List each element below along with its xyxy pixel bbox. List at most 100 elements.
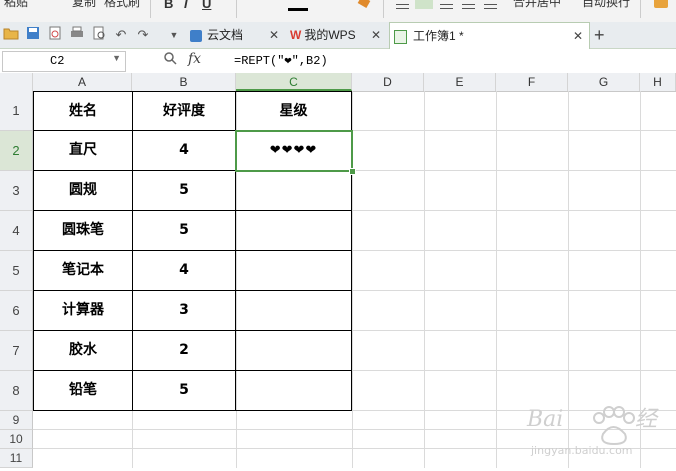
align-middle-icon[interactable]	[415, 0, 433, 9]
row-header-3[interactable]: 3	[0, 171, 33, 211]
row-header-4[interactable]: 4	[0, 211, 33, 251]
cell-stars[interactable]	[236, 211, 351, 250]
row-header-5[interactable]: 5	[0, 251, 33, 291]
row-header-7[interactable]: 7	[0, 331, 33, 371]
paste-button[interactable]: 粘贴	[4, 0, 28, 10]
cell-name[interactable]: 圆规	[34, 171, 132, 210]
cell-score[interactable]: 5	[133, 211, 235, 250]
tab-label: 工作簿1 *	[413, 29, 464, 43]
cell-score[interactable]: 4	[133, 131, 235, 170]
row-header-1[interactable]: 1	[0, 91, 33, 131]
cell-score[interactable]: 5	[133, 171, 235, 210]
formula-bar: C2 ▼ fx =REPT("❤",B2)	[0, 49, 676, 74]
cell-name[interactable]: 圆珠笔	[34, 211, 132, 250]
zoom-icon[interactable]	[164, 52, 177, 68]
close-icon[interactable]: ✕	[371, 22, 381, 48]
svg-text:jingyan.baidu.com: jingyan.baidu.com	[530, 444, 633, 457]
column-header-b[interactable]: B	[132, 73, 236, 91]
gridline	[496, 91, 497, 468]
gridline	[424, 91, 425, 468]
merge-center-button[interactable]: 合并居中	[513, 0, 561, 10]
close-icon[interactable]: ✕	[269, 22, 279, 48]
align-left-icon[interactable]	[462, 4, 475, 9]
clear-format-icon[interactable]	[357, 0, 371, 8]
cell-stars[interactable]	[236, 171, 351, 210]
formula-input[interactable]: =REPT("❤",B2)	[234, 53, 328, 68]
align-center-icon[interactable]	[484, 4, 497, 9]
print-icon[interactable]	[68, 26, 86, 44]
redo-icon[interactable]: ↷	[134, 26, 152, 44]
copy-button[interactable]: 复制	[72, 0, 96, 10]
underline-button[interactable]: U	[202, 0, 211, 11]
cell-stars[interactable]	[236, 331, 351, 370]
select-all-corner[interactable]	[0, 73, 33, 91]
tab-label: 云文档	[207, 28, 244, 42]
print-preview-icon[interactable]	[46, 26, 64, 44]
cell-name[interactable]: 笔记本	[34, 251, 132, 290]
tab-cloud-docs[interactable]: 云文档 ✕	[190, 22, 285, 48]
cell-score[interactable]: 2	[133, 331, 235, 370]
column-header-a[interactable]: A	[33, 73, 132, 91]
ribbon: 粘贴 复制 格式刷 B I U 合并居中 自动换行	[0, 0, 676, 23]
row-header-2[interactable]: 2	[0, 131, 33, 171]
ribbon-separator	[640, 0, 641, 18]
name-box-value: C2	[50, 54, 65, 68]
name-box[interactable]: C2 ▼	[2, 51, 126, 72]
undo-icon[interactable]: ↶	[112, 26, 130, 44]
preview-icon[interactable]	[90, 26, 108, 44]
column-header-e[interactable]: E	[424, 73, 496, 91]
cell-name[interactable]: 直尺	[34, 131, 132, 170]
dropdown-arrow-icon[interactable]: ▼	[165, 26, 183, 44]
tab-my-wps[interactable]: W 我的WPS ✕	[290, 22, 387, 48]
row-header-8[interactable]: 8	[0, 371, 33, 411]
header-cell-name[interactable]: 姓名	[34, 92, 132, 130]
column-header-c[interactable]: C	[236, 73, 352, 91]
cell-stars[interactable]	[236, 251, 351, 290]
row-header-11[interactable]: 11	[0, 449, 33, 468]
close-icon[interactable]: ✕	[573, 23, 583, 49]
cell-name[interactable]: 铅笔	[34, 371, 132, 410]
spreadsheet-icon	[394, 29, 407, 44]
save-icon[interactable]	[24, 26, 42, 44]
format-painter-button[interactable]: 格式刷	[104, 0, 140, 10]
chevron-down-icon[interactable]: ▼	[112, 53, 121, 63]
ribbon-separator	[150, 0, 151, 18]
cell-stars[interactable]	[236, 291, 351, 330]
ribbon-separator	[383, 0, 384, 18]
function-icon[interactable]: fx	[188, 51, 201, 67]
italic-button[interactable]: I	[184, 0, 188, 11]
header-cell-score[interactable]: 好评度	[133, 92, 235, 130]
wrap-text-button[interactable]: 自动换行	[582, 0, 630, 10]
fill-handle[interactable]	[349, 168, 356, 175]
column-header-f[interactable]: F	[496, 73, 568, 91]
column-header-h[interactable]: H	[640, 73, 676, 91]
cell-score[interactable]: 5	[133, 371, 235, 410]
header-cell-stars[interactable]: 星级	[236, 92, 351, 130]
align-top-icon[interactable]	[396, 4, 409, 9]
cell-name[interactable]: 胶水	[34, 331, 132, 370]
cloud-doc-icon	[190, 29, 202, 42]
cell-name[interactable]: 计算器	[34, 291, 132, 330]
tab-label: 我的WPS	[304, 28, 356, 42]
new-tab-button[interactable]: +	[594, 22, 610, 48]
row-header-9[interactable]: 9	[0, 411, 33, 430]
paste-special-icon[interactable]	[654, 0, 668, 8]
tab-workbook1[interactable]: 工作簿1 * ✕	[389, 22, 590, 49]
align-bottom-icon[interactable]	[440, 4, 453, 9]
column-header-d[interactable]: D	[352, 73, 424, 91]
ribbon-separator	[236, 0, 237, 18]
cell-stars[interactable]	[236, 371, 351, 410]
cell-score[interactable]: 4	[133, 251, 235, 290]
tab-bar: ↶ ↷ ▼ 云文档 ✕ W 我的WPS ✕ 工作簿1 * ✕ +	[0, 22, 676, 49]
svg-text:经: 经	[635, 407, 659, 432]
font-color-icon[interactable]	[288, 2, 308, 11]
open-folder-icon[interactable]	[2, 26, 20, 44]
row-header-10[interactable]: 10	[0, 430, 33, 449]
bold-button[interactable]: B	[164, 0, 173, 11]
cell-score[interactable]: 3	[133, 291, 235, 330]
wps-logo-icon: W	[290, 28, 302, 42]
baidu-watermark-logo: Bai 经 jingyan.baidu.com	[525, 392, 675, 468]
column-header-g[interactable]: G	[568, 73, 640, 91]
active-cell-selection	[235, 130, 353, 172]
row-header-6[interactable]: 6	[0, 291, 33, 331]
